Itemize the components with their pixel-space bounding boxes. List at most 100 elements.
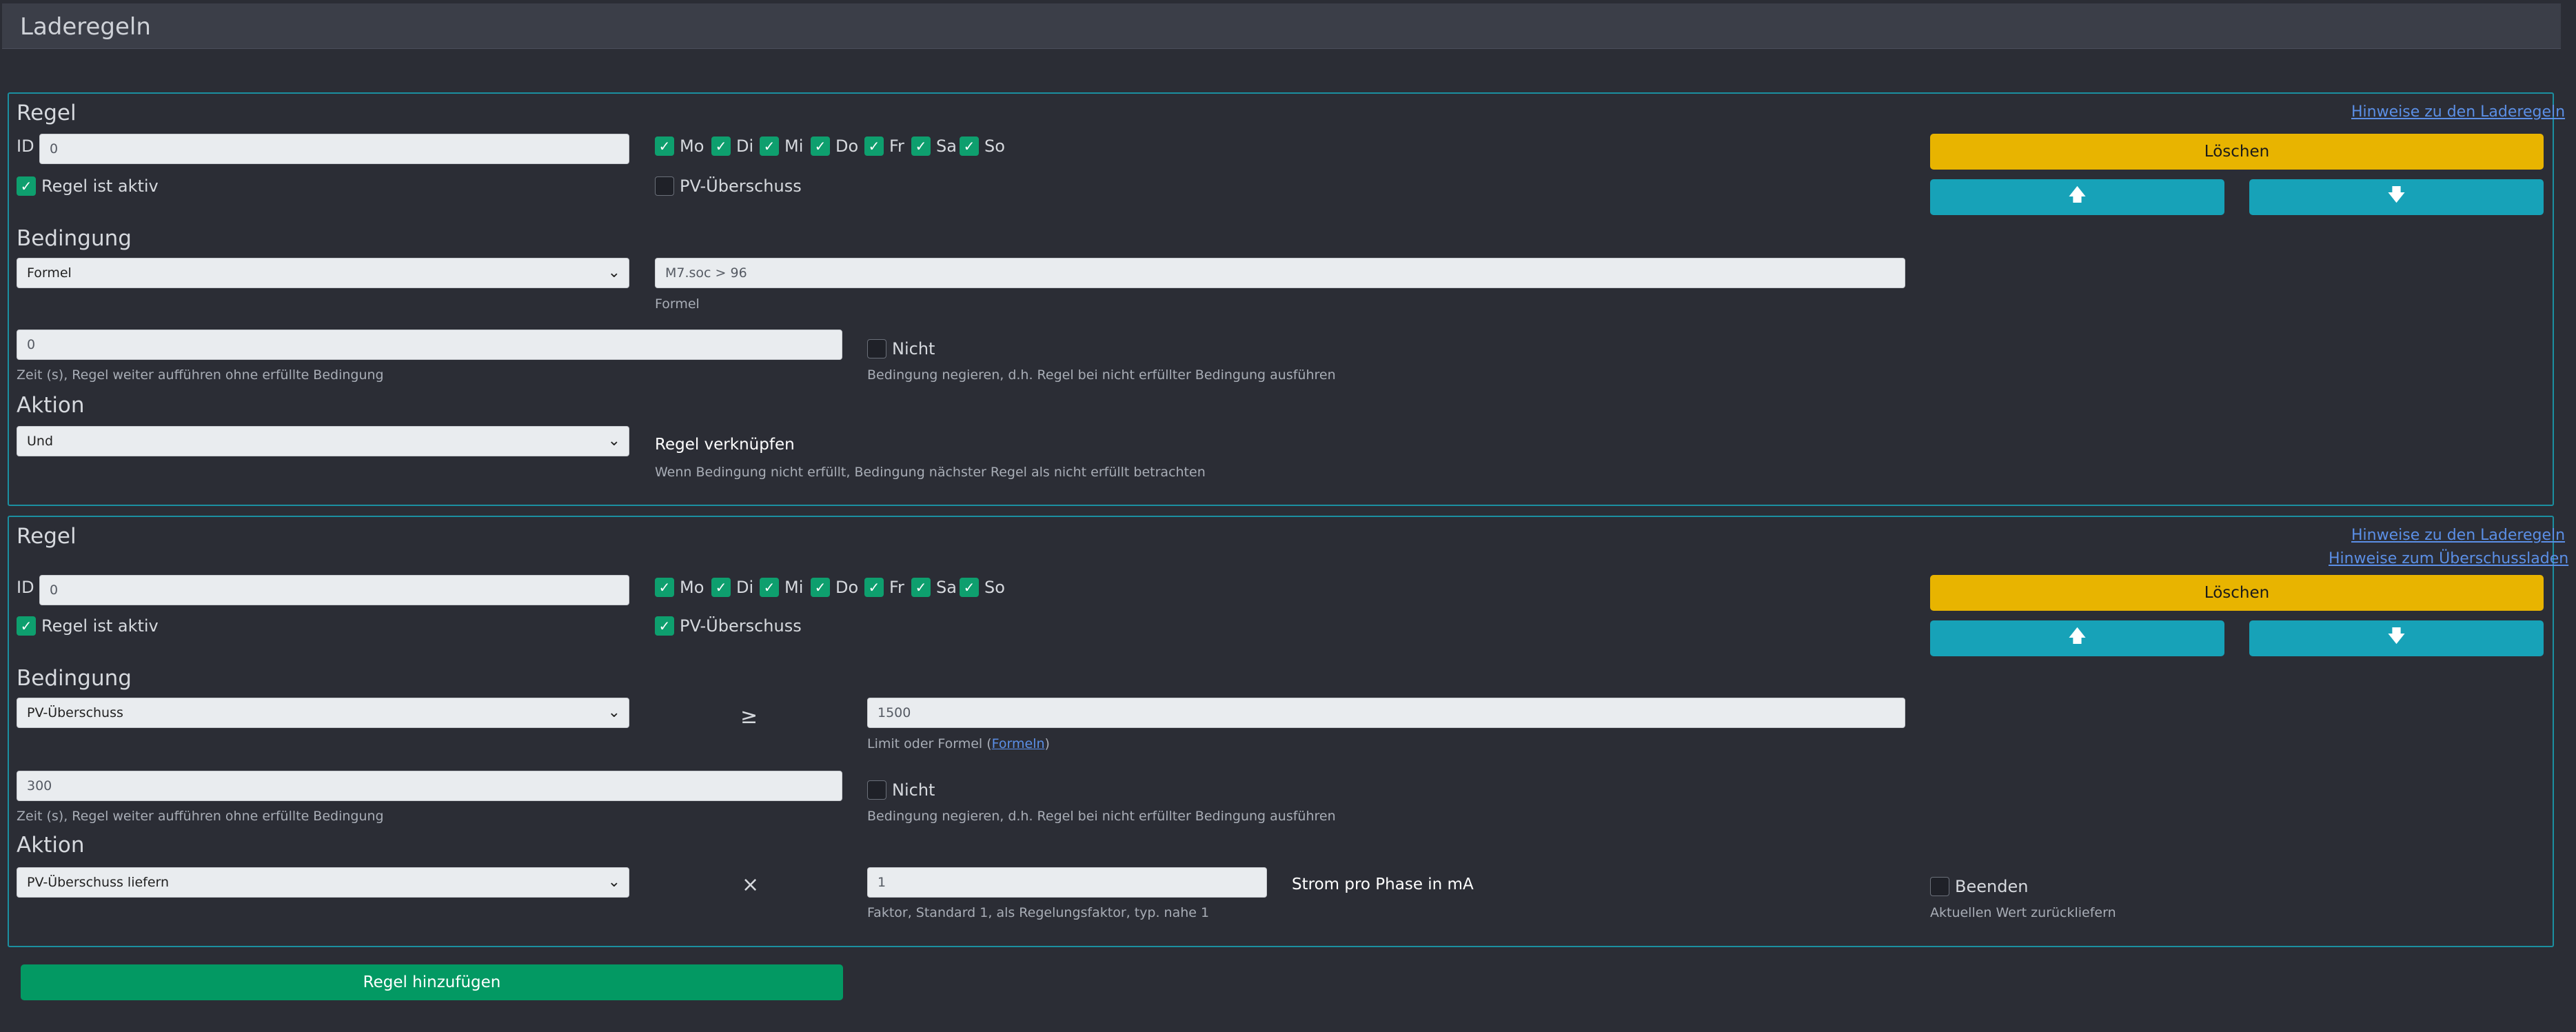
rule-2-time-help: Zeit (s), Regel weiter aufführen ohne er… bbox=[17, 809, 384, 824]
rule-1-formula-value: M7.soc > 96 bbox=[665, 265, 747, 281]
rule-2-active-label: Regel ist aktiv bbox=[41, 616, 159, 636]
rule-1-not-help: Bedingung negieren, d.h. Regel bei nicht… bbox=[867, 367, 1336, 383]
rule-2-day-mo-label: Mo bbox=[680, 578, 704, 597]
rule-1-link-label: Regel verknüpfen bbox=[655, 436, 795, 454]
rule-2-day-mi-checkbox[interactable]: ✓ bbox=[760, 578, 779, 597]
rule-2-action-select[interactable]: PV-Überschuss liefern ⌄ bbox=[17, 867, 629, 898]
rule-2-day-fr-checkbox[interactable]: ✓ bbox=[864, 578, 884, 597]
rule-1-day-do-checkbox[interactable]: ✓ bbox=[811, 136, 830, 156]
rule-2-day-mi-label: Mi bbox=[784, 578, 804, 597]
check-icon: ✓ bbox=[814, 579, 826, 596]
check-icon: ✓ bbox=[763, 579, 775, 596]
rule-2-delete-button[interactable]: Löschen bbox=[1930, 575, 2544, 611]
rule-1-day-fr-checkbox[interactable]: ✓ bbox=[864, 136, 884, 156]
rule-2-formulas-link[interactable]: Formeln bbox=[992, 736, 1045, 751]
rule-1-action-select[interactable]: Und ⌄ bbox=[17, 426, 629, 456]
rule-2-limit-value: 1500 bbox=[878, 705, 911, 720]
rule-1-day-so-checkbox[interactable]: ✓ bbox=[960, 136, 979, 156]
check-icon: ✓ bbox=[658, 618, 671, 634]
add-rule-button[interactable]: Regel hinzufügen bbox=[21, 964, 843, 1000]
rule-1-delete-button[interactable]: Löschen bbox=[1930, 134, 2544, 170]
rule-2-day-so-label: So bbox=[984, 578, 1005, 597]
rule-1-day-mi-checkbox[interactable]: ✓ bbox=[760, 136, 779, 156]
rule-2-condition-value: PV-Überschuss bbox=[27, 705, 123, 720]
rule-1-time-input[interactable]: 0 bbox=[17, 330, 842, 360]
rule-1-link-help: Wenn Bedingung nicht erfüllt, Bedingung … bbox=[655, 465, 1206, 480]
chevron-down-icon: ⌄ bbox=[607, 264, 620, 281]
rule-2-id-input[interactable]: 0 bbox=[39, 575, 629, 605]
arrow-down-icon: 🡇 bbox=[2387, 626, 2406, 647]
rule-1-id-label: ID bbox=[17, 136, 34, 156]
check-icon: ✓ bbox=[814, 138, 826, 154]
rule-2-hint-link[interactable]: Hinweise zu den Laderegeln bbox=[2351, 527, 2565, 544]
rule-2-condition-title: Bedingung bbox=[17, 666, 132, 691]
rule-2-action-value: PV-Überschuss liefern bbox=[27, 875, 170, 890]
rule-2-id-label: ID bbox=[17, 578, 34, 597]
rule-1-hint-link[interactable]: Hinweise zu den Laderegeln bbox=[2351, 103, 2565, 121]
check-icon: ✓ bbox=[963, 138, 975, 154]
rule-1-day-di-checkbox[interactable]: ✓ bbox=[711, 136, 731, 156]
arrow-down-icon: 🡇 bbox=[2387, 185, 2406, 205]
rule-1-action-title: Aktion bbox=[17, 393, 85, 418]
rule-2-move-up-button[interactable]: 🡅 bbox=[1930, 620, 2224, 656]
rule-1-not-checkbox[interactable] bbox=[867, 339, 886, 358]
rule-2-factor-input[interactable]: 1 bbox=[867, 867, 1267, 898]
check-icon: ✓ bbox=[20, 178, 32, 194]
check-icon: ✓ bbox=[915, 579, 927, 596]
rule-1-active-checkbox[interactable]: ✓ bbox=[17, 176, 36, 196]
rule-1-id-input[interactable]: 0 bbox=[39, 134, 629, 164]
rule-2-pv-label: PV-Überschuss bbox=[680, 616, 802, 636]
rule-1-day-sa-checkbox[interactable]: ✓ bbox=[911, 136, 931, 156]
rule-2-condition-select[interactable]: PV-Überschuss ⌄ bbox=[17, 698, 629, 728]
rule-2-day-sa-label: Sa bbox=[936, 578, 957, 597]
rule-1-day-so-label: So bbox=[984, 136, 1005, 156]
rule-2-time-input[interactable]: 300 bbox=[17, 771, 842, 801]
check-icon: ✓ bbox=[715, 579, 727, 596]
rule-2-surplus-hint-link[interactable]: Hinweise zum Überschussladen bbox=[2329, 550, 2568, 567]
rule-1-pv-label: PV-Überschuss bbox=[680, 176, 802, 196]
rule-1-move-up-button[interactable]: 🡅 bbox=[1930, 179, 2224, 215]
arrow-up-icon: 🡅 bbox=[2068, 185, 2087, 205]
rule-1-active-label: Regel ist aktiv bbox=[41, 176, 159, 196]
rule-2-day-di-checkbox[interactable]: ✓ bbox=[711, 578, 731, 597]
rule-2-action-title: Aktion bbox=[17, 833, 85, 858]
rule-2-end-checkbox[interactable] bbox=[1930, 877, 1949, 896]
rule-2-limit-input[interactable]: 1500 bbox=[867, 698, 1905, 728]
rule-2-factor-value: 1 bbox=[878, 875, 886, 890]
rule-2-not-checkbox[interactable] bbox=[867, 780, 886, 800]
rule-2-active-checkbox[interactable]: ✓ bbox=[17, 616, 36, 636]
check-icon: ✓ bbox=[763, 138, 775, 154]
rule-2-day-mo-checkbox[interactable]: ✓ bbox=[655, 578, 674, 597]
rule-1-formula-input[interactable]: M7.soc > 96 bbox=[655, 258, 1905, 288]
rule-1-move-down-button[interactable]: 🡇 bbox=[2249, 179, 2544, 215]
page-title: Laderegeln bbox=[20, 13, 151, 41]
check-icon: ✓ bbox=[868, 138, 880, 154]
rule-1-id-value: 0 bbox=[50, 141, 59, 156]
check-icon: ✓ bbox=[20, 618, 32, 634]
rule-2-not-label: Nicht bbox=[892, 780, 935, 800]
rule-2-pv-checkbox[interactable]: ✓ bbox=[655, 616, 674, 636]
chevron-down-icon: ⌄ bbox=[607, 704, 620, 721]
rule-2-limit-help-suffix: ) bbox=[1044, 736, 1050, 751]
rule-2-move-down-button[interactable]: 🡇 bbox=[2249, 620, 2544, 656]
rule-2-day-do-checkbox[interactable]: ✓ bbox=[811, 578, 830, 597]
rule-2-day-fr-label: Fr bbox=[889, 578, 904, 597]
rule-1-pv-checkbox[interactable] bbox=[655, 176, 674, 196]
rule-1-condition-select[interactable]: Formel ⌄ bbox=[17, 258, 629, 288]
rule-2-unit-label: Strom pro Phase in mA bbox=[1292, 876, 1474, 893]
rule-1-day-sa-label: Sa bbox=[936, 136, 957, 156]
rule-1-day-mo-checkbox[interactable]: ✓ bbox=[655, 136, 674, 156]
check-icon: ✓ bbox=[963, 579, 975, 596]
rule-2-time-value: 300 bbox=[27, 778, 52, 793]
rule-1-action-value: Und bbox=[27, 434, 54, 449]
rule-2-limit-help: Limit oder Formel (Formeln) bbox=[867, 736, 1050, 751]
rule-1-time-value: 0 bbox=[27, 337, 36, 352]
rule-2-day-so-checkbox[interactable]: ✓ bbox=[960, 578, 979, 597]
rule-2-factor-help: Faktor, Standard 1, als Regelungsfaktor,… bbox=[867, 905, 1210, 920]
rule-2-limit-help-prefix: Limit oder Formel ( bbox=[867, 736, 992, 751]
rule-1-condition-value: Formel bbox=[27, 265, 72, 281]
check-icon: ✓ bbox=[715, 138, 727, 154]
rule-2-day-sa-checkbox[interactable]: ✓ bbox=[911, 578, 931, 597]
rule-1-day-do-label: Do bbox=[835, 136, 859, 156]
rule-2-not-help: Bedingung negieren, d.h. Regel bei nicht… bbox=[867, 809, 1336, 824]
